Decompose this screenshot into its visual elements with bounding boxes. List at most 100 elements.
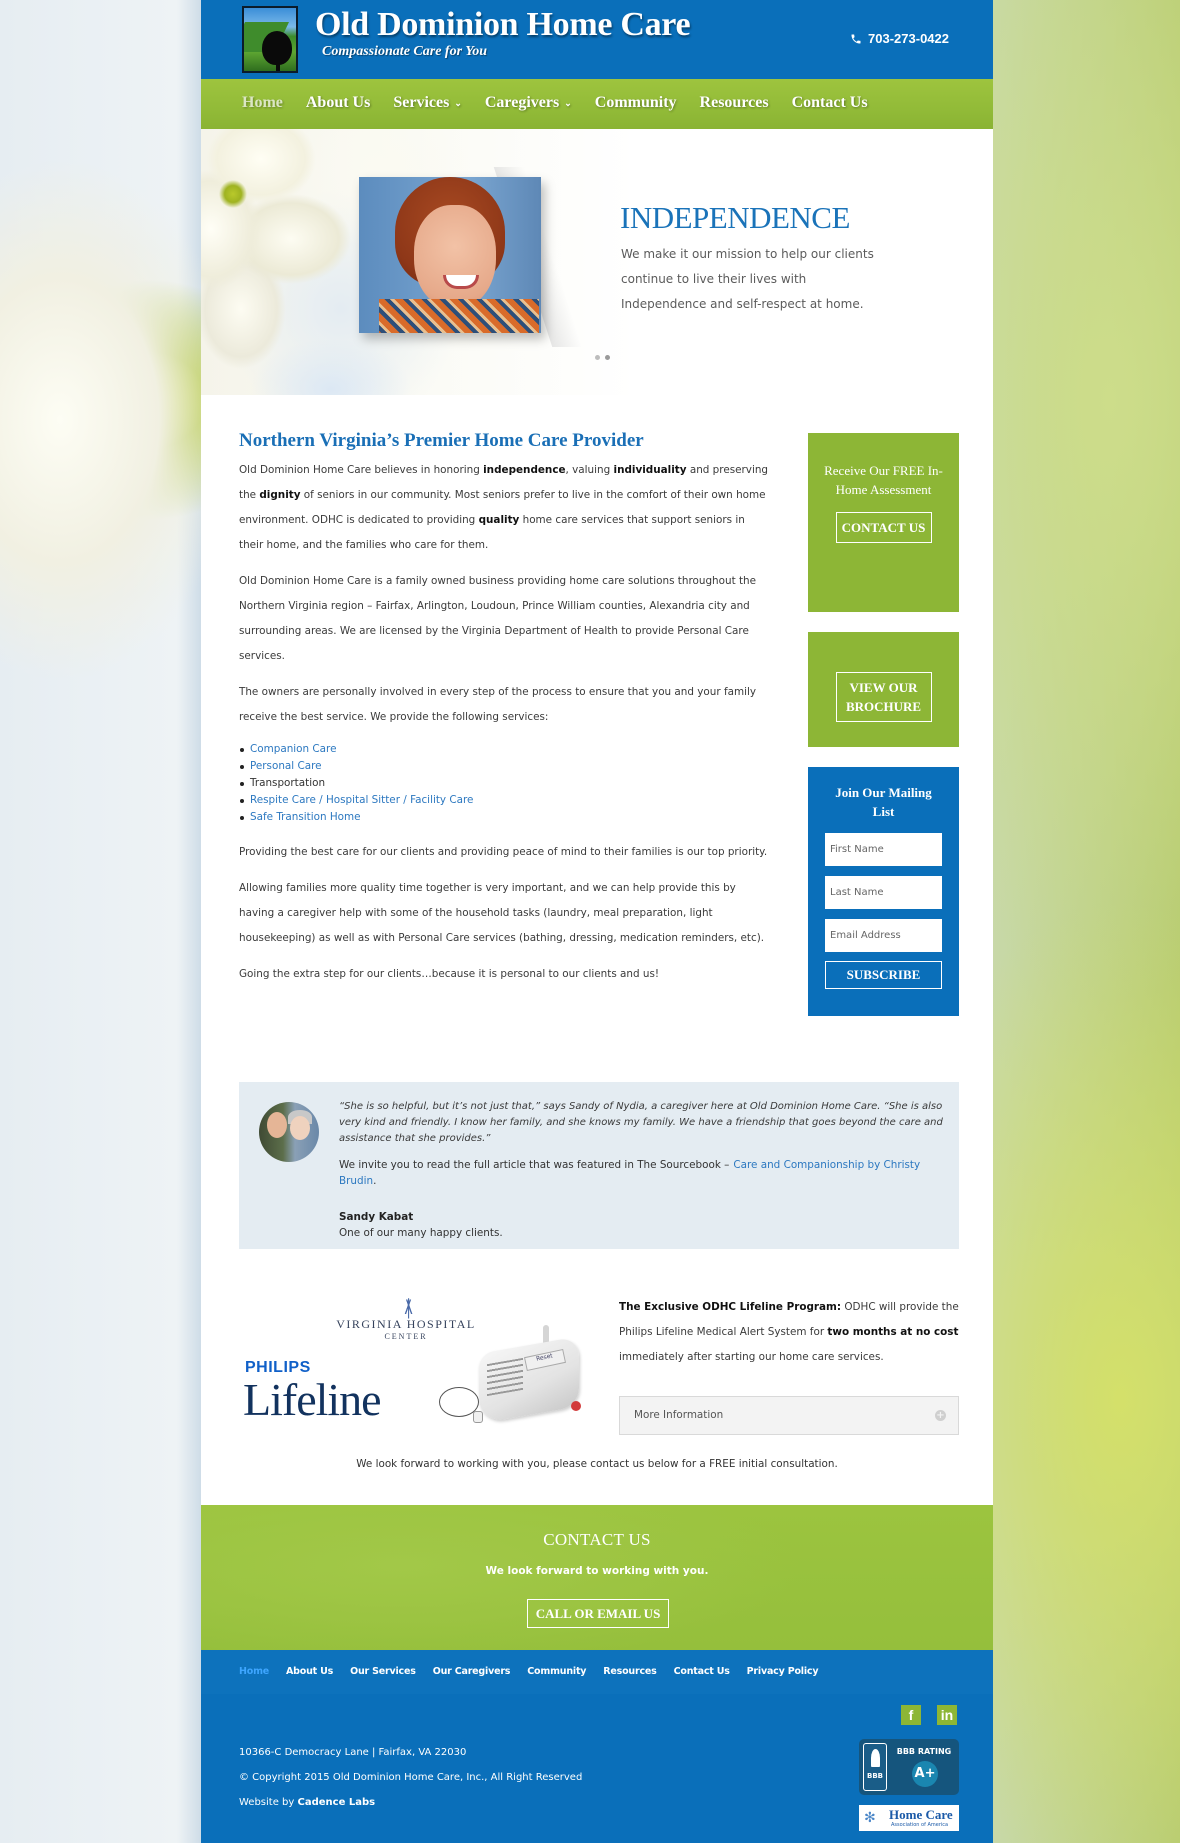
testimonial-quote: “She is so helpful, but it’s not just th… — [339, 1101, 943, 1144]
nav-item-label: About Us — [305, 94, 371, 111]
more-information-toggle[interactable]: More Information + — [619, 1396, 959, 1435]
chevron-down-icon: ⌄ — [564, 97, 572, 108]
portrait-face — [414, 205, 496, 309]
contact-band-title: CONTACT US — [543, 1530, 651, 1549]
more-information-label: More Information — [634, 1409, 724, 1421]
site-title[interactable]: Old Dominion Home Care — [315, 6, 691, 44]
email-input[interactable] — [825, 919, 942, 952]
avatar-person-2 — [290, 1116, 310, 1140]
nav-item-home[interactable]: Home — [242, 94, 283, 112]
testimonial-author: Sandy Kabat — [339, 1211, 414, 1223]
service-list-item: Companion Care — [239, 741, 769, 758]
facebook-icon[interactable]: f — [901, 1705, 921, 1725]
nav-item-about-us[interactable]: About Us — [306, 94, 370, 112]
sidebar: Receive Our FREE In-Home Assessment CONT… — [808, 433, 959, 1016]
main-nav: Home About Us Services ⌄ Caregivers ⌄ Communit… — [201, 79, 993, 129]
device-grill — [487, 1357, 523, 1397]
owners-paragraph: The owners are personally involved in ev… — [239, 686, 757, 723]
text-segment: Old Dominion Home Care believes in honor… — [239, 464, 484, 476]
emphasis-text: individuality — [613, 464, 687, 476]
families-paragraph: Allowing families more quality time toge… — [239, 882, 765, 944]
footer-nav-item-resources[interactable]: Resources — [603, 1666, 657, 1677]
assessment-widget: Receive Our FREE In-Home Assessment CONT… — [808, 433, 959, 612]
contact-band: CONTACT US We look forward to working wi… — [201, 1505, 993, 1650]
invite-text: We invite you to read the full article t… — [339, 1159, 730, 1171]
nav-item-resources[interactable]: Resources — [700, 94, 769, 112]
portrait-clothing — [379, 299, 539, 333]
website-by-label: Website by — [239, 1797, 298, 1808]
services-list: Companion Care Personal Care Transportatio… — [239, 741, 769, 826]
slider-dots — [595, 355, 610, 360]
consultation-text: We look forward to working with you, ple… — [356, 1458, 838, 1470]
logo[interactable] — [242, 6, 298, 73]
bbb-rating-label: BBB RATING — [896, 1747, 952, 1756]
social-links: f in — [901, 1705, 957, 1725]
nav-item-label: Services — [393, 94, 450, 111]
mailing-list-widget: Join Our Mailing List SUBSCRIBE — [808, 767, 959, 1016]
nav-item-caregivers[interactable]: Caregivers ⌄ — [485, 94, 572, 112]
footer-nav-item-contact-us[interactable]: Contact Us — [674, 1666, 730, 1677]
slider-dot-1[interactable] — [595, 355, 600, 360]
footer-nav: Home About Us Our Services Our Caregivers Co… — [201, 1650, 993, 1694]
testimonial-invite: We invite you to read the full article t… — [339, 1159, 921, 1187]
service-link[interactable]: Respite Care / Hospital Sitter / Facilit… — [250, 794, 473, 806]
call-or-email-button[interactable]: CALL OR EMAIL US — [527, 1599, 669, 1628]
service-link[interactable]: Safe Transition Home — [250, 811, 361, 823]
chevron-down-icon: ⌄ — [454, 97, 462, 108]
assessment-title: Receive Our FREE In-Home Assessment — [824, 463, 943, 497]
footer-nav-item-privacy-policy[interactable]: Privacy Policy — [747, 1666, 819, 1677]
extra-step-paragraph: Going the extra step for our clients…bec… — [239, 968, 660, 980]
site-header: Old Dominion Home Care Compassionate Car… — [201, 0, 993, 79]
hero-text: We make it our mission to help our clien… — [621, 247, 874, 311]
nav-item-community[interactable]: Community — [595, 94, 677, 112]
main-content: Northern Virginia’s Premier Home Care Pr… — [239, 430, 769, 998]
bbb-rating-badge[interactable]: BBB BBB RATING A+ — [859, 1739, 959, 1795]
service-link[interactable]: Personal Care — [250, 760, 322, 772]
nav-item-label: Home — [242, 94, 283, 111]
main-nav-list: Home About Us Services ⌄ Caregivers ⌄ Communit… — [242, 94, 891, 112]
bbb-seal-icon: BBB — [863, 1743, 887, 1791]
hcaa-subtitle: Association of America — [891, 1822, 949, 1828]
footer-nav-item-our-caregivers[interactable]: Our Caregivers — [433, 1666, 511, 1677]
lifeline-program-label: The Exclusive ODHC Lifeline Program: — [619, 1301, 842, 1313]
linkedin-icon[interactable]: in — [937, 1705, 957, 1725]
hero-title: INDEPENDENCE — [620, 200, 850, 235]
lifeline-section: \\\|/// VIRGINIA HOSPITAL CENTER PHILIPS… — [239, 1295, 959, 1445]
nav-item-label: Resources — [699, 94, 769, 111]
service-link[interactable]: Companion Care — [250, 743, 336, 755]
footer-nav-item-home[interactable]: Home — [239, 1666, 269, 1677]
about-paragraph: Old Dominion Home Care is a family owned… — [239, 575, 757, 662]
nav-item-contact-us[interactable]: Contact Us — [792, 94, 868, 112]
last-name-input[interactable] — [825, 876, 942, 909]
home-care-association-badge[interactable]: ✻ Home Care Association of America — [859, 1805, 959, 1831]
cadence-labs-link[interactable]: Cadence Labs — [298, 1797, 376, 1808]
phone-icon — [851, 34, 861, 43]
emphasis-text: dignity — [259, 489, 301, 501]
hero-slider: INDEPENDENCE We make it our mission to h… — [201, 129, 993, 395]
hero-portrait-image — [359, 177, 541, 333]
emphasis-text: independence — [483, 464, 566, 476]
slider-dot-2[interactable] — [605, 355, 610, 360]
footer-nav-item-about-us[interactable]: About Us — [286, 1666, 333, 1677]
device-red-button-icon — [571, 1401, 581, 1411]
lifeline-logo: Lifeline — [243, 1374, 382, 1425]
footer-credit: Website by Cadence Labs — [239, 1790, 582, 1815]
page: Old Dominion Home Care Compassionate Car… — [201, 0, 993, 1843]
avatar-person-1 — [267, 1112, 287, 1138]
service-label: Transportation — [250, 777, 326, 789]
lifeline-text-b: immediately after starting our home care… — [619, 1351, 884, 1363]
footer-nav-item-our-services[interactable]: Our Services — [350, 1666, 416, 1677]
subscribe-button[interactable]: SUBSCRIBE — [825, 961, 942, 989]
contact-us-button[interactable]: CONTACT US — [835, 512, 932, 543]
lifeline-text-bold: two months at no cost — [827, 1326, 959, 1338]
view-brochure-button[interactable]: VIEW OUR BROCHURE — [835, 672, 932, 722]
footer-nav-list: Home About Us Our Services Our Caregivers Co… — [239, 1666, 835, 1677]
footer: f in 10366-C Democracy Lane | Fairfax, VA… — [201, 1694, 993, 1843]
device-pendant — [473, 1411, 483, 1423]
lifeline-description: The Exclusive ODHC Lifeline Program: ODH… — [619, 1295, 959, 1370]
footer-nav-item-community[interactable]: Community — [527, 1666, 586, 1677]
nav-item-services[interactable]: Services ⌄ — [393, 94, 462, 112]
testimonial: “She is so helpful, but it’s not just th… — [239, 1082, 959, 1249]
phone-link[interactable]: 703-273-0422 — [850, 31, 949, 46]
first-name-input[interactable] — [825, 833, 942, 866]
